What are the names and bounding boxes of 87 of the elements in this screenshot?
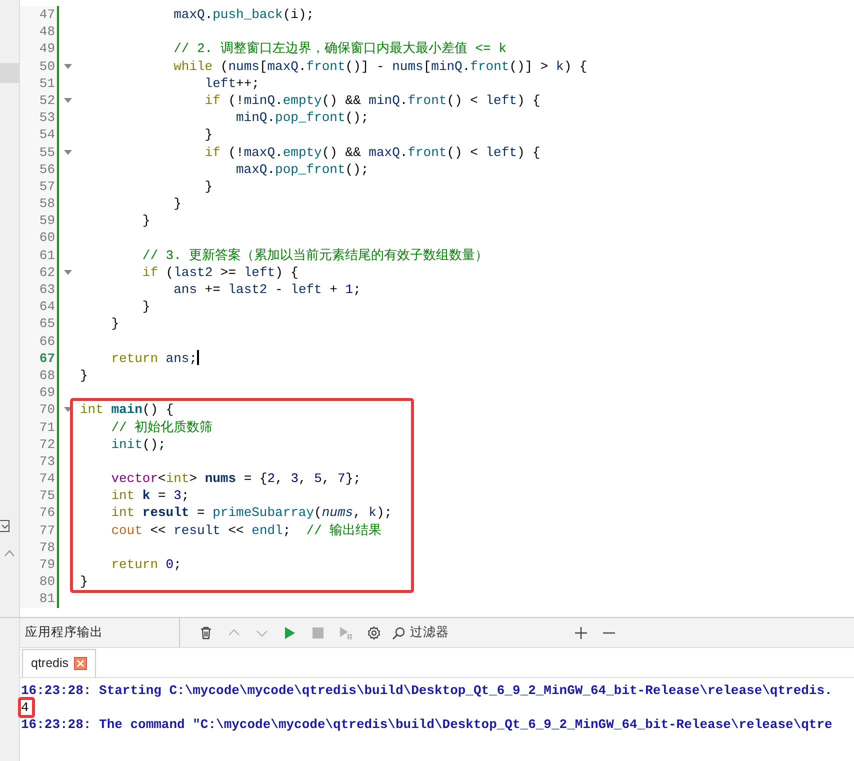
line-number: 75 (20, 487, 57, 504)
fold-arrow-icon[interactable] (64, 407, 72, 412)
code-line: int k = 3; (111, 487, 190, 504)
line-number: 55 (20, 144, 57, 161)
code-line: if (last2 >= left) { (142, 264, 298, 281)
line-number: 79 (20, 556, 57, 574)
fold-arrow-icon[interactable] (64, 64, 72, 69)
panel-title: 应用程序输出 (20, 618, 180, 647)
code-line: } (111, 315, 119, 333)
fold-arrow-icon[interactable] (64, 150, 72, 155)
fold-arrow-icon[interactable] (64, 270, 72, 275)
filter-field[interactable]: 过滤器 (410, 623, 550, 642)
code-line: init(); (111, 436, 166, 453)
line-number: 60 (20, 229, 57, 247)
output-message: 16:23:28: The command "C:\mycode\mycode\qtredis\build\Desktop_Qt_6_9_2_MinGW_64_bit-Release\release\qtre (21, 716, 832, 733)
line-number: 53 (20, 109, 57, 126)
code-line: // 2. 调整窗口左边界，确保窗口内最大最小差值 <= k (174, 40, 506, 58)
line-number: 61 (20, 246, 57, 264)
line-number: 65 (20, 315, 57, 333)
line-number: 52 (20, 92, 57, 110)
line-number: 64 (20, 298, 57, 316)
code-line: minQ.pop_front(); (236, 109, 369, 126)
line-number: 72 (20, 436, 57, 453)
code-line: left++; (204, 74, 260, 92)
code-line: int main() { (80, 401, 174, 418)
code-line: int result = primeSubarray(nums, k); (111, 504, 392, 522)
line-number: 54 (20, 126, 57, 144)
line-number: 70 (20, 401, 57, 418)
line-number: 62 (20, 264, 57, 281)
chevron-up-icon[interactable] (4, 550, 15, 557)
line-number: 48 (20, 23, 57, 40)
line-number: 80 (20, 573, 57, 590)
line-number: 73 (20, 452, 57, 470)
code-line: } (80, 366, 88, 384)
search-icon (392, 626, 406, 640)
code-line: if (!minQ.empty() && minQ.front() < left) { (204, 92, 540, 110)
code-line: } (174, 195, 182, 212)
plus-icon (574, 626, 588, 640)
line-number: 74 (20, 470, 57, 488)
line-number: 78 (20, 538, 57, 556)
minus-icon (602, 632, 616, 634)
code-line: } (142, 298, 150, 316)
code-line: return 0; (111, 556, 182, 574)
line-number: 77 (20, 522, 57, 539)
line-number: 81 (20, 590, 57, 608)
line-number: 71 (20, 418, 57, 436)
code-line: while (nums[maxQ.front()] - nums[minQ.front()] > k) { (174, 58, 588, 75)
line-number: 56 (20, 160, 57, 178)
annotation-box (18, 697, 35, 718)
close-icon[interactable] (74, 657, 87, 670)
gear-icon (367, 626, 381, 640)
output-message: 16:23:28: Starting C:\mycode\mycode\qtredis\build\Desktop_Qt_6_9_2_MinGW_64_bit-Release\release\qtredis. (21, 682, 832, 699)
trash-icon (199, 626, 213, 640)
line-number: 66 (20, 332, 57, 350)
line-number: 57 (20, 178, 57, 196)
code-line: maxQ.pop_front(); (236, 160, 369, 178)
line-number: 76 (20, 504, 57, 522)
line-number: 47 (20, 6, 57, 24)
output-tab[interactable]: qtredis (22, 649, 96, 677)
code-line: return ans; (111, 350, 198, 367)
code-line: vector<int> nums = {2, 3, 5, 7}; (111, 470, 361, 488)
code-line: } (204, 126, 213, 144)
code-line: // 初始化质数筛 (111, 418, 213, 436)
play-icon (283, 626, 297, 640)
code-line: if (!maxQ.empty() && maxQ.front() < left) { (204, 144, 540, 161)
play-grid-icon (339, 626, 353, 640)
code-line: // 3. 更新答案（累加以当前元素结尾的有效子数组数量） (142, 246, 488, 264)
stop-icon (311, 626, 325, 640)
code-line: } (204, 178, 213, 196)
line-number: 59 (20, 212, 57, 230)
code-line: cout << result << endl; // 输出结果 (111, 522, 382, 539)
line-number: 49 (20, 40, 57, 58)
dropdown-icon[interactable] (0, 520, 10, 532)
line-number: 63 (20, 281, 57, 298)
line-number: 58 (20, 195, 57, 212)
line-number: 50 (20, 58, 57, 75)
line-number: 67 (20, 350, 57, 367)
program-output: 4 (21, 699, 29, 716)
code-line: ans += last2 - left + 1; (174, 281, 361, 298)
line-number: 51 (20, 74, 57, 92)
code-line: maxQ.push_back(i); (174, 6, 314, 24)
code-line: } (142, 212, 150, 230)
code-line: } (80, 573, 88, 590)
fold-arrow-icon[interactable] (64, 98, 72, 104)
line-number: 68 (20, 366, 57, 384)
text-cursor (197, 350, 200, 365)
line-number: 69 (20, 384, 57, 402)
